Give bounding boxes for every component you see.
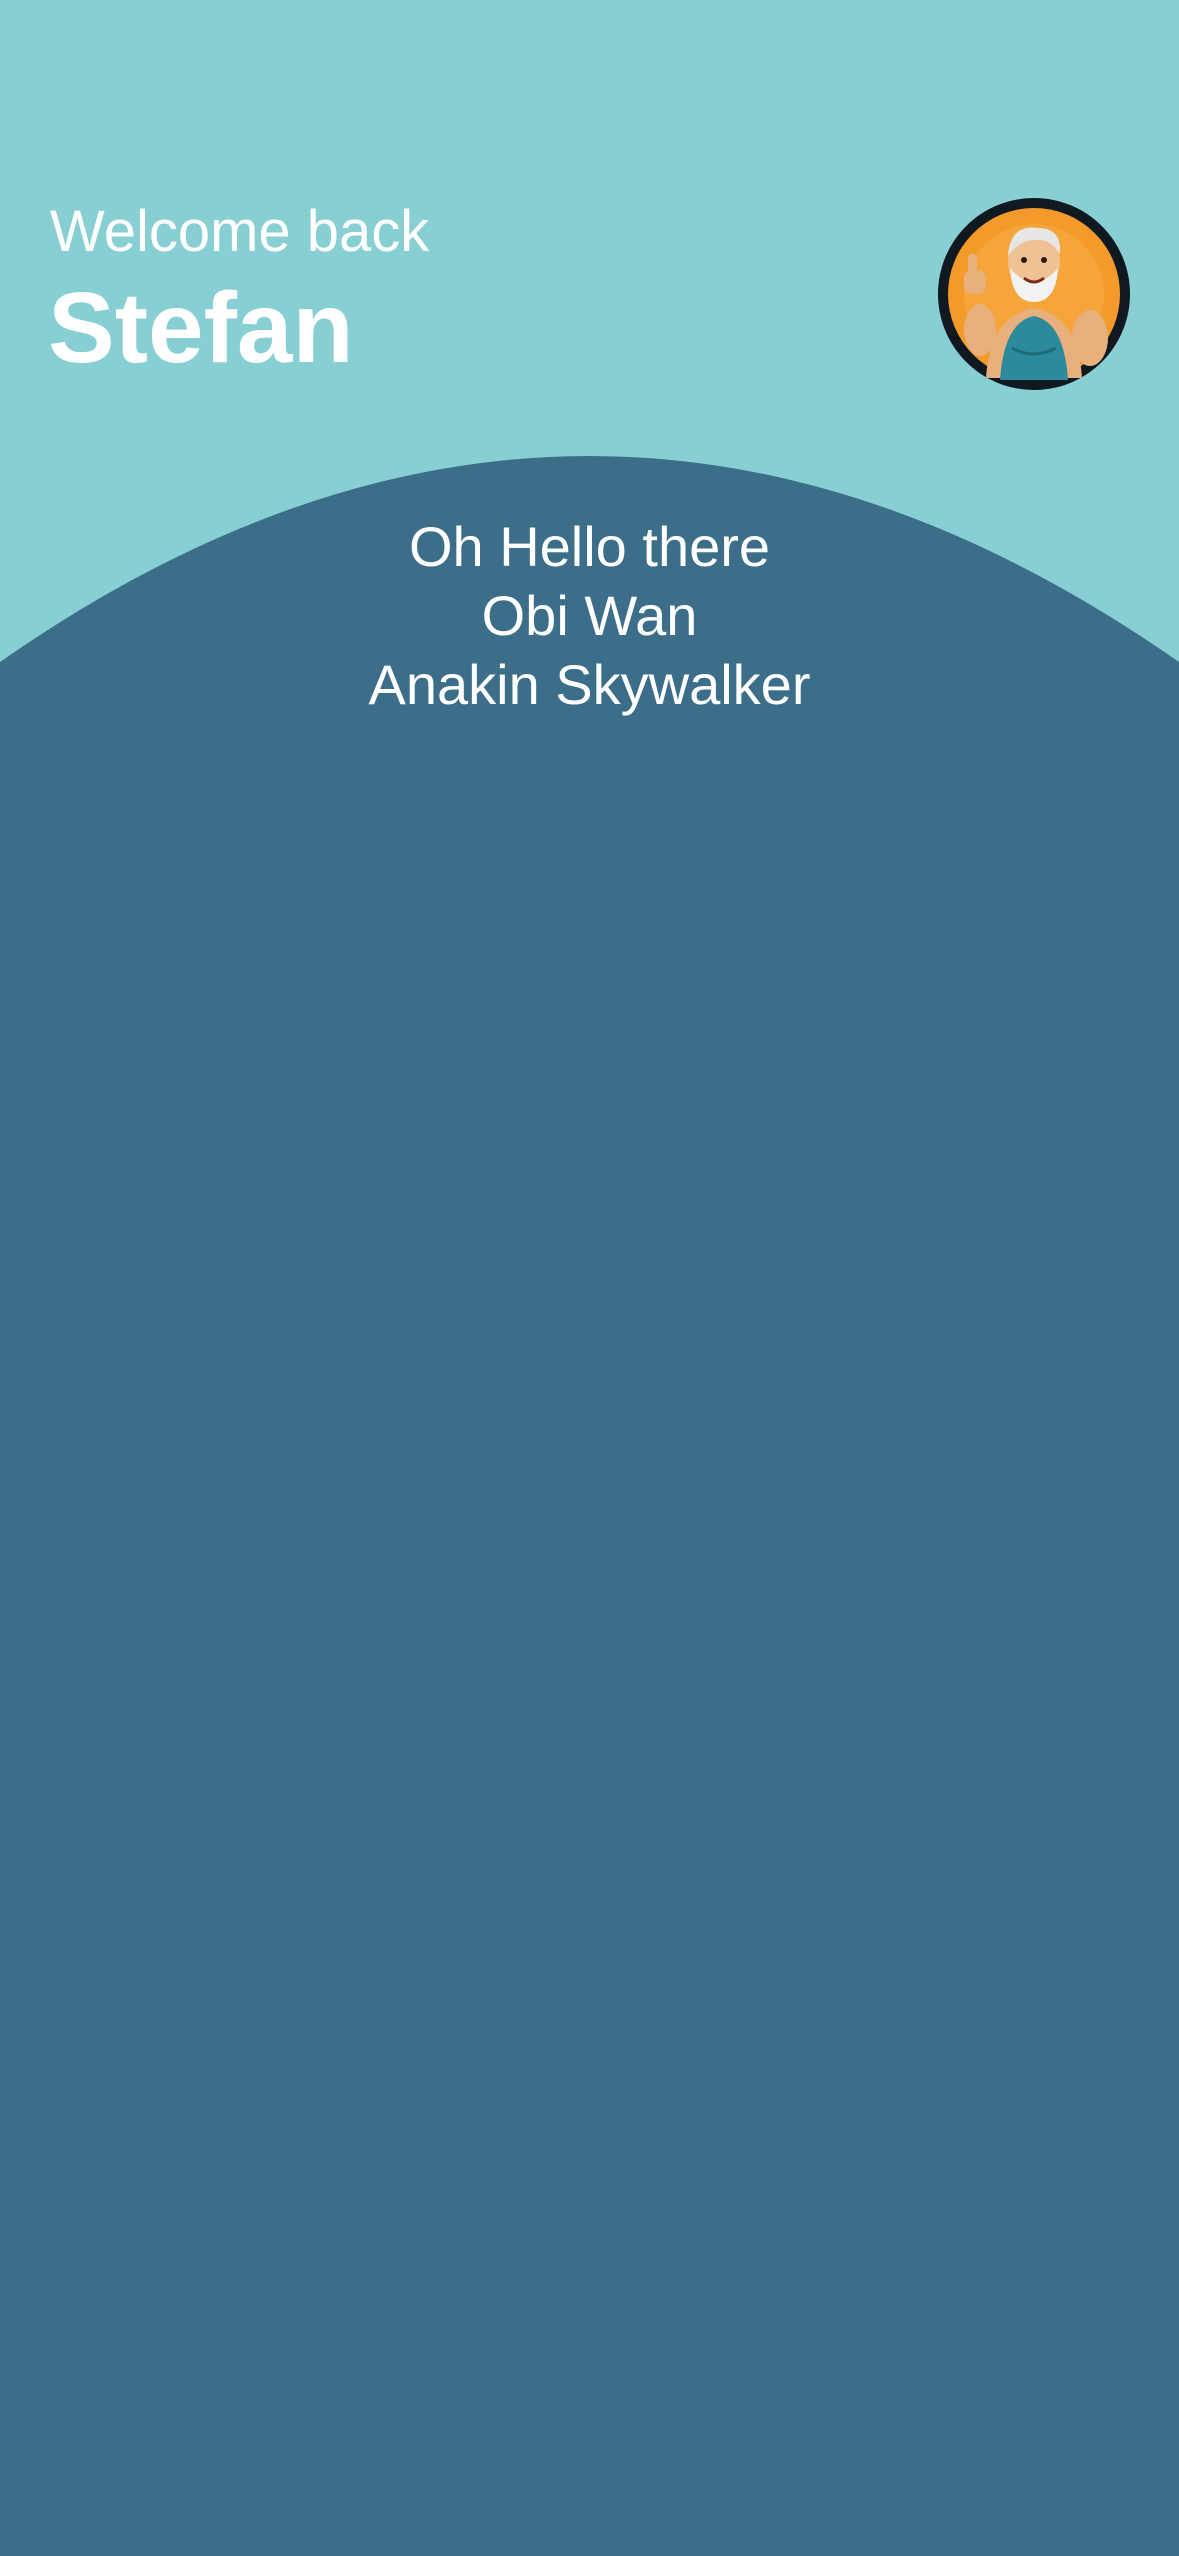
avatar[interactable]: [938, 198, 1130, 390]
message-line: Anakin Skywalker: [368, 653, 811, 716]
message-line: Oh Hello there: [408, 515, 771, 578]
home-screen: Welcome back Stefan Oh Hello there Obi W…: [0, 0, 1179, 2556]
user-name: Stefan: [48, 272, 354, 384]
welcome-subtitle: Welcome back: [50, 199, 430, 264]
message-block: Oh Hello there Obi Wan Anakin Skywalker: [0, 512, 1179, 719]
message-line: Obi Wan: [481, 584, 698, 647]
content-panel-arc: [0, 456, 1179, 2556]
cartoon-bodybuilder-avatar-icon: [942, 202, 1126, 386]
header: Welcome back Stefan: [0, 0, 1179, 460]
